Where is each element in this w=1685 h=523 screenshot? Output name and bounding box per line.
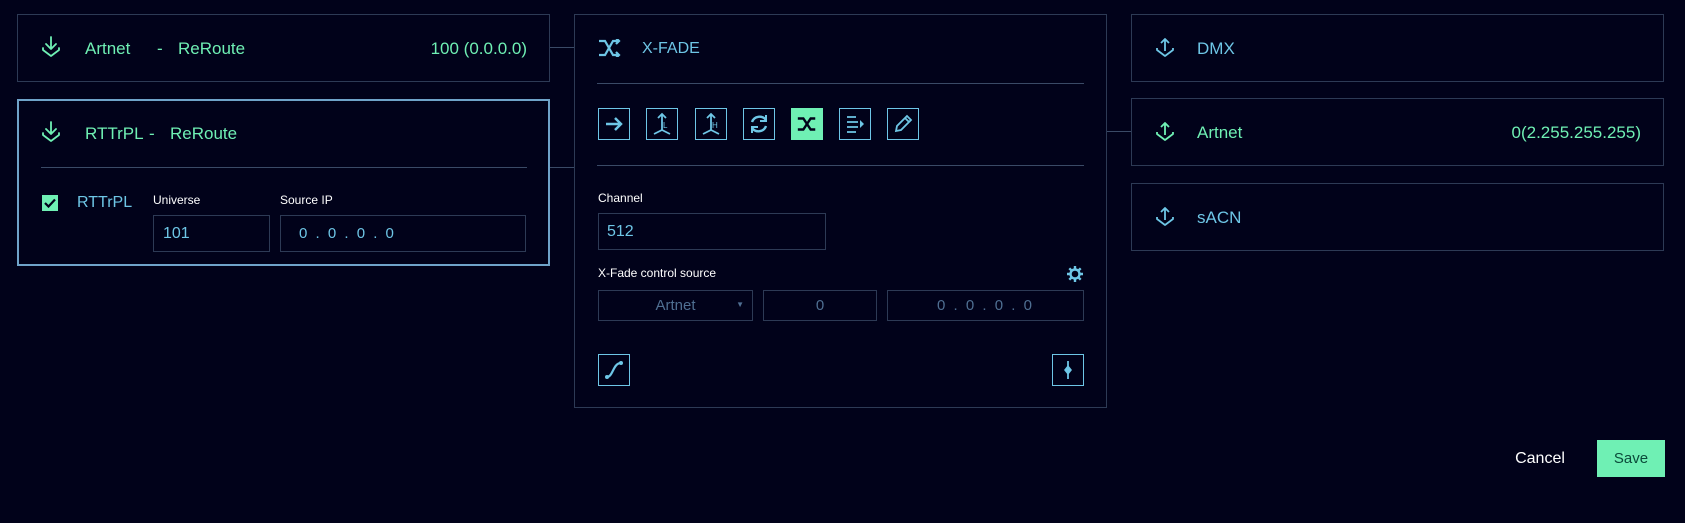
cancel-button[interactable]: Cancel (1504, 440, 1576, 477)
fader-icon[interactable] (1052, 354, 1084, 386)
svg-text:L: L (663, 121, 668, 130)
input-separator: - (157, 39, 163, 58)
rttrpl-checkbox[interactable] (42, 195, 58, 211)
xfade-title: X-FADE (642, 40, 700, 57)
merge-htp-icon[interactable]: H (695, 108, 727, 140)
input-mode-label: ReRoute (178, 39, 246, 58)
universe-label: Universe (153, 193, 201, 207)
control-source-universe-input[interactable]: 0 (763, 290, 877, 321)
control-source-ip: 0 . 0 . 0 . 0 (937, 297, 1034, 314)
shuffle-icon (597, 37, 621, 62)
channel-input[interactable]: 512 (598, 213, 826, 250)
output-panel-sacn[interactable]: sACN (1131, 183, 1664, 251)
control-source-label: X-Fade control source (598, 266, 717, 280)
gear-icon[interactable] (1066, 265, 1084, 288)
connector-line (550, 47, 574, 48)
output-protocol-label: DMX (1197, 39, 1235, 58)
output-protocol-label: Artnet (1197, 123, 1243, 142)
input-mode-label: ReRoute (170, 124, 238, 143)
list-arrow-icon[interactable] (839, 108, 871, 140)
connector-line (1107, 131, 1131, 132)
source-ip-label: Source IP (280, 193, 333, 207)
control-source-universe: 0 (815, 297, 825, 314)
channel-value: 512 (607, 222, 634, 240)
connector-line (550, 167, 574, 168)
refresh-icon[interactable] (743, 108, 775, 140)
universe-value: 101 (163, 224, 190, 242)
universe-input[interactable]: 101 (153, 215, 270, 252)
merge-ltp-icon[interactable]: L (646, 108, 678, 140)
panel-divider (41, 167, 527, 168)
input-panel-rttrpl[interactable]: RTTrPL - ReRoute RTTrPL Universe 101 Sou… (17, 99, 550, 266)
pencil-icon[interactable] (887, 108, 919, 140)
arrow-right-icon[interactable] (598, 108, 630, 140)
checkbox-label: RTTrPL (77, 194, 133, 211)
control-source-ip-input[interactable]: 0 . 0 . 0 . 0 (887, 290, 1084, 321)
output-protocol-label: sACN (1197, 208, 1242, 227)
source-ip-input[interactable]: 0 . 0 . 0 . 0 (280, 215, 526, 252)
curve-icon[interactable] (598, 354, 630, 386)
output-value: 0(2.255.255.255) (1511, 123, 1642, 142)
channel-label: Channel (598, 191, 643, 205)
output-panel-artnet[interactable]: Artnet 0(2.255.255.255) (1131, 98, 1664, 166)
input-separator: - (149, 124, 155, 143)
output-icon (1154, 120, 1176, 147)
shuffle-icon[interactable] (791, 108, 823, 140)
output-icon (1154, 205, 1176, 232)
svg-text:H: H (712, 121, 718, 130)
input-panel-artnet[interactable]: Artnet - ReRoute 100 (0.0.0.0) (17, 14, 550, 82)
input-value: 100 (0.0.0.0) (430, 39, 527, 58)
caret-down-icon: ▼ (736, 300, 744, 309)
xfade-panel: X-FADE L H Channel 512 X-Fade control so… (574, 14, 1107, 408)
input-download-icon (40, 120, 62, 149)
output-panel-dmx[interactable]: DMX (1131, 14, 1664, 82)
control-source-protocol: Artnet (655, 297, 696, 314)
input-protocol-label: Artnet (85, 39, 131, 58)
output-icon (1154, 36, 1176, 63)
input-protocol-label: RTTrPL (85, 124, 144, 143)
source-ip-value: 0 . 0 . 0 . 0 (299, 225, 396, 242)
save-button[interactable]: Save (1597, 440, 1665, 477)
xfade-divider-mid (597, 165, 1084, 166)
xfade-divider-top (597, 83, 1084, 84)
control-source-protocol-select[interactable]: Artnet ▼ (598, 290, 753, 321)
input-download-icon (40, 35, 62, 64)
